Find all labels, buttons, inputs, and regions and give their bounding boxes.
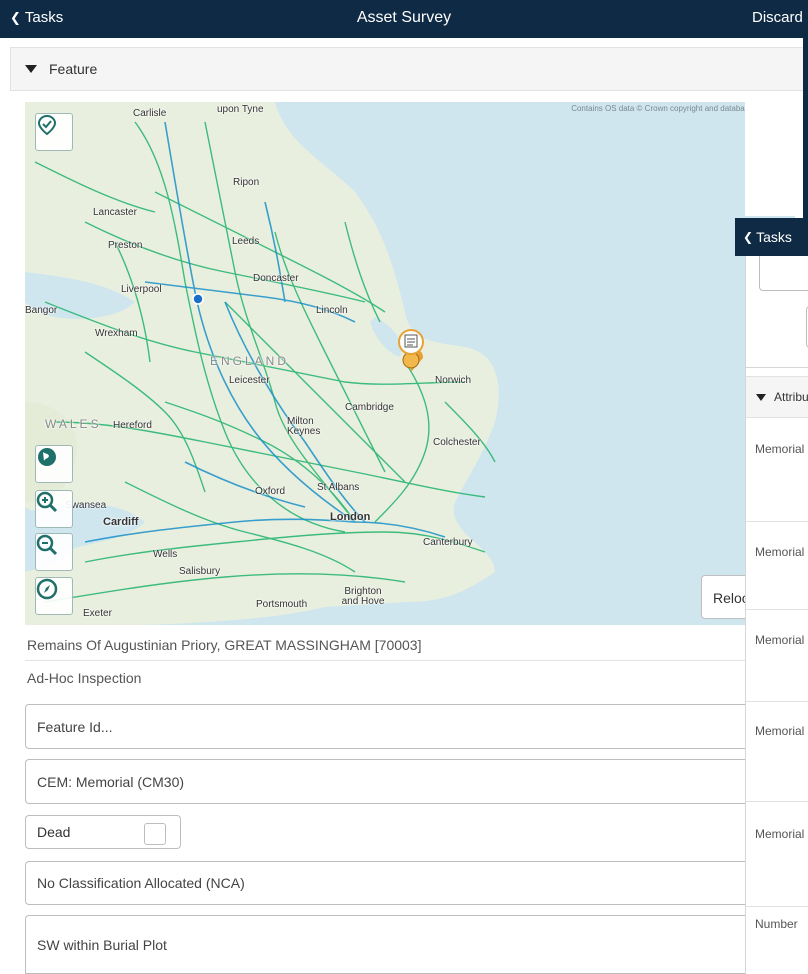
zoom-out-icon <box>36 534 58 556</box>
map-label: Hereford <box>113 420 152 431</box>
map-view[interactable]: Contains OS data © Crown copyright and d… <box>25 102 795 625</box>
right-input[interactable] <box>759 256 808 291</box>
attribute-row[interactable]: Memorial <box>746 418 808 522</box>
map-label: Liverpool <box>121 284 162 295</box>
map-canvas <box>25 102 795 625</box>
dead-checkbox[interactable] <box>144 823 166 845</box>
zoom-in-icon <box>36 491 58 513</box>
compass-icon <box>36 578 58 600</box>
feature-id-field[interactable]: Feature Id... <box>25 704 795 749</box>
attribute-row[interactable]: Memorial <box>746 522 808 610</box>
feature-location: Remains Of Augustinian Priory, GREAT MAS… <box>25 626 795 661</box>
attributes-section-header[interactable]: Attributes <box>746 376 808 418</box>
globe-icon <box>38 448 56 466</box>
map-label: Wells <box>153 549 178 560</box>
app-header: ❮ Tasks Asset Survey Discard <box>0 0 808 38</box>
map-label: Milton Keynes <box>287 416 321 437</box>
map-region-label: ENGLAND <box>210 354 290 368</box>
discard-button[interactable]: Discard <box>752 9 803 26</box>
attribute-row[interactable]: Memorial <box>746 802 808 907</box>
map-label: Lancaster <box>93 207 137 218</box>
locate-feature-button[interactable] <box>35 113 73 151</box>
map-label: Oxford <box>255 486 286 497</box>
map-label: London <box>330 511 371 523</box>
map-label: Portsmouth <box>256 599 308 610</box>
right-panel-edge <box>803 38 808 218</box>
attribute-row[interactable]: Memorial <box>746 610 808 702</box>
inspection-type: Ad-Hoc Inspection <box>27 670 142 686</box>
map-label: Cardiff <box>103 516 139 528</box>
dead-toggle[interactable]: Dead <box>25 815 181 849</box>
divider <box>746 367 808 368</box>
feature-type-value: CEM: Memorial (CM30) <box>37 773 185 790</box>
map-label: Doncaster <box>253 273 299 284</box>
map-label: St Albans <box>317 482 360 493</box>
map-label: Salisbury <box>179 566 221 577</box>
map-label: Preston <box>108 240 143 251</box>
basemap-button[interactable] <box>35 445 73 483</box>
compass-button[interactable] <box>35 577 73 615</box>
map-label: Leeds <box>232 236 260 247</box>
map-label: Lincoln <box>316 305 348 316</box>
map-label: upon Tyne <box>217 104 264 115</box>
zoom-out-button[interactable] <box>35 533 73 571</box>
map-label: Leicester <box>229 375 270 386</box>
right-back-button[interactable]: Tasks <box>756 229 792 245</box>
location-description-value: SW within Burial Plot <box>37 936 167 953</box>
right-panel-header: ❮ Tasks <box>735 218 808 256</box>
right-panel-blank <box>745 92 803 216</box>
caret-down-icon <box>756 393 766 401</box>
page-title: Asset Survey <box>356 9 452 26</box>
map-label: Colchester <box>433 437 481 448</box>
feature-section-label: Feature <box>49 61 98 77</box>
dead-label: Dead <box>37 824 71 840</box>
map-label: Exeter <box>83 608 112 619</box>
map-region-label: WALES <box>45 417 102 431</box>
map-label: Wrexham <box>95 328 138 339</box>
map-label: Brighton and Hove <box>341 586 385 607</box>
map-label: Carlisle <box>133 108 167 119</box>
feature-type-select[interactable]: CEM: Memorial (CM30) <box>25 759 795 804</box>
feature-id-placeholder: Feature Id... <box>37 718 113 735</box>
map-label: Cambridge <box>345 402 394 413</box>
map-label: Norwich <box>435 375 472 386</box>
map-pin-icon <box>37 114 57 136</box>
caret-down-icon <box>25 65 37 73</box>
attribute-row[interactable]: Memorial <box>746 702 808 802</box>
right-panel: Attributes Memorial Memorial Memorial Me… <box>745 256 808 974</box>
feature-section-header[interactable]: Feature <box>10 47 808 91</box>
map-label: Bangor <box>25 305 58 316</box>
zoom-in-button[interactable] <box>35 490 73 528</box>
map-label: Ripon <box>233 177 260 188</box>
location-description-field[interactable]: SW within Burial Plot <box>25 915 795 974</box>
attribute-row[interactable]: Number <box>746 907 808 974</box>
chevron-left-icon: ❮ <box>743 230 754 244</box>
map-label: Canterbury <box>423 537 473 548</box>
attributes-label: Attributes <box>774 390 808 404</box>
classification-value: No Classification Allocated (NCA) <box>37 875 245 891</box>
classification-select[interactable]: No Classification Allocated (NCA) <box>25 861 795 905</box>
